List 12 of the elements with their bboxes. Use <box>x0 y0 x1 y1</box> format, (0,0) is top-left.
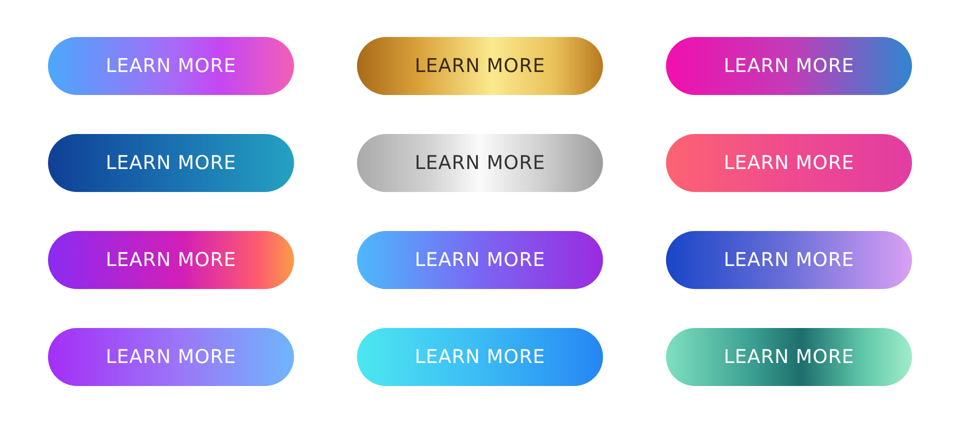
learn-more-button[interactable]: LEARN MORE <box>666 37 912 95</box>
learn-more-button[interactable]: LEARN MORE <box>48 134 294 192</box>
learn-more-button[interactable]: LEARN MORE <box>357 328 603 386</box>
learn-more-button[interactable]: LEARN MORE <box>48 231 294 289</box>
learn-more-button[interactable]: LEARN MORE <box>666 134 912 192</box>
learn-more-button[interactable]: LEARN MORE <box>666 231 912 289</box>
learn-more-button[interactable]: LEARN MORE <box>48 37 294 95</box>
learn-more-button[interactable]: LEARN MORE <box>48 328 294 386</box>
learn-more-button[interactable]: LEARN MORE <box>357 231 603 289</box>
learn-more-button[interactable]: LEARN MORE <box>666 328 912 386</box>
learn-more-button[interactable]: LEARN MORE <box>357 37 603 95</box>
learn-more-button[interactable]: LEARN MORE <box>357 134 603 192</box>
